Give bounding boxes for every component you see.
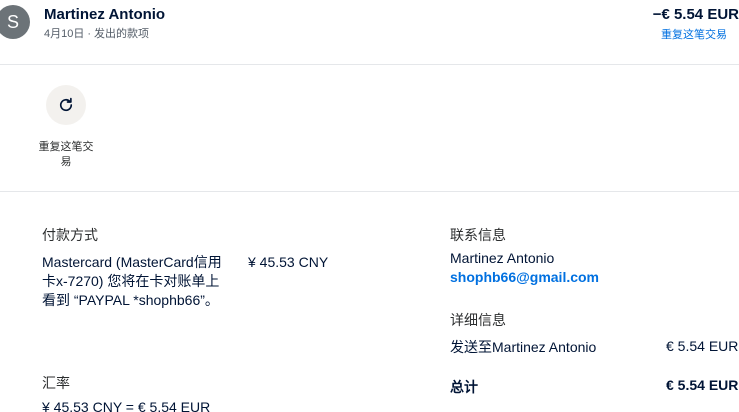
- sent-to-label: 发送至Martinez Antonio: [450, 339, 597, 355]
- repeat-transaction-link[interactable]: 重复这笔交易: [661, 26, 727, 42]
- payment-amount: ¥ 45.53 CNY: [248, 254, 329, 270]
- exchange-rate-value: ¥ 45.53 CNY = € 5.54 EUR: [42, 399, 211, 412]
- payment-method-description: Mastercard (MasterCard信用卡x-7270) 您将在卡对账单…: [42, 254, 222, 308]
- repeat-transaction-label[interactable]: 重复这笔交易: [36, 140, 96, 170]
- contact-name: Martinez Antonio: [450, 250, 555, 266]
- contact-info-title: 联系信息: [450, 227, 506, 243]
- separator-dot: ·: [87, 28, 92, 40]
- total-amount: € 5.54 EUR: [666, 377, 739, 393]
- transaction-details-page: S Martinez Antonio 4月10日 · 发出的款项 −€ 5.54 E…: [0, 0, 739, 412]
- transaction-subline: 4月10日 · 发出的款项: [44, 25, 149, 41]
- details-title: 详细信息: [450, 312, 506, 328]
- divider: [0, 191, 739, 192]
- refresh-icon: [59, 97, 73, 112]
- sent-to-amount: € 5.54 EUR: [666, 338, 739, 354]
- transaction-type: 发出的款项: [94, 28, 150, 40]
- repeat-transaction-button[interactable]: [46, 85, 86, 125]
- contact-email-link[interactable]: shophb66@gmail.com: [450, 269, 599, 285]
- divider: [0, 64, 739, 65]
- transaction-date: 4月10日: [44, 28, 85, 40]
- transaction-amount: −€ 5.54 EUR: [652, 6, 739, 23]
- avatar: S: [0, 5, 30, 39]
- payment-method-title: 付款方式: [42, 227, 98, 243]
- exchange-rate-title: 汇率: [42, 375, 70, 391]
- merchant-name: Martinez Antonio: [44, 6, 166, 23]
- total-label: 总计: [450, 379, 478, 395]
